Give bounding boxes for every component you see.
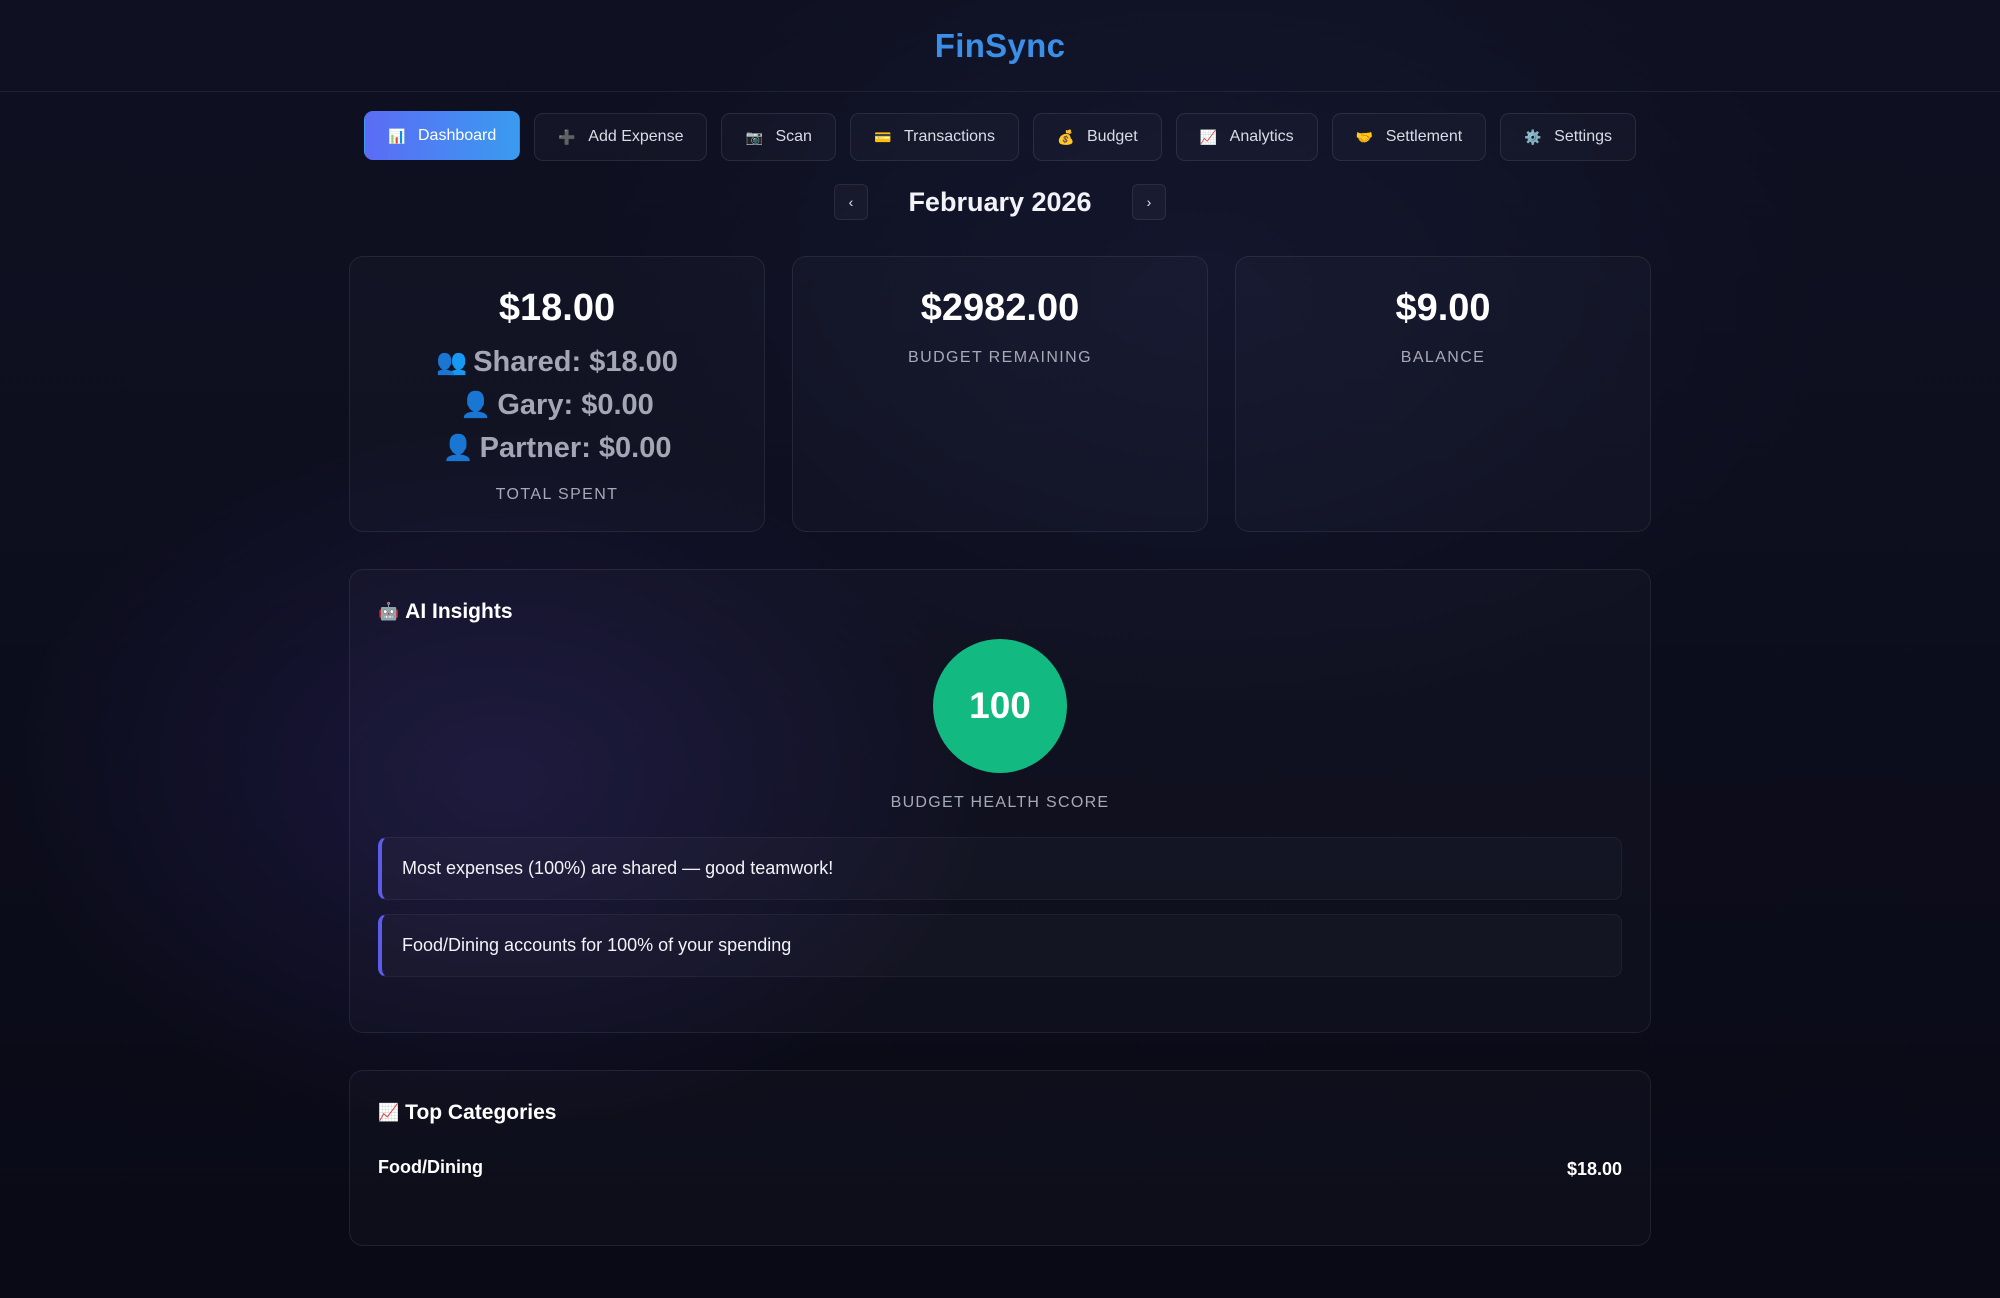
people-icon: 👥 — [436, 347, 468, 376]
budget-health-score: 100 — [933, 639, 1067, 773]
category-row: Food/Dining $18.00 — [378, 1155, 1622, 1180]
nav-label: Settings — [1554, 128, 1612, 145]
stats-row: $18.00 👥 Shared: $18.00 👤 Gary: $0.00 👤 … — [349, 256, 1651, 532]
dashboard-content: $18.00 👥 Shared: $18.00 👤 Gary: $0.00 👤 … — [349, 256, 1651, 1246]
money-bag-icon: 💰 — [1056, 129, 1075, 145]
budget-health-label: BUDGET HEALTH SCORE — [890, 794, 1110, 811]
nav-settings[interactable]: ⚙️ Settings — [1500, 113, 1636, 161]
person-icon: 👤 — [460, 390, 492, 419]
budget-health: 100 BUDGET HEALTH SCORE — [378, 639, 1622, 812]
app-header: FinSync — [0, 0, 2000, 92]
top-categories-title: 📈 Top Categories — [378, 1101, 1622, 1125]
ai-insights-panel: 🤖 AI Insights 100 BUDGET HEALTH SCORE Mo… — [349, 569, 1651, 1033]
shared-spent: 👥 Shared: $18.00 — [436, 341, 678, 384]
handshake-icon: 🤝 — [1355, 129, 1374, 145]
nav-label: Scan — [775, 128, 812, 145]
next-month-button[interactable]: › — [1132, 184, 1166, 220]
nav-label: Transactions — [903, 128, 995, 145]
total-spent-value: $18.00 — [498, 287, 616, 329]
balance-card: $9.00 BALANCE — [1235, 256, 1651, 532]
nav-label: Analytics — [1229, 128, 1294, 145]
credit-card-icon: 💳 — [873, 129, 892, 145]
insight-list: Most expenses (100%) are shared — good t… — [378, 837, 1622, 977]
top-categories-panel: 📈 Top Categories Food/Dining $18.00 — [349, 1070, 1651, 1246]
nav-dashboard[interactable]: 📊 Dashboard — [364, 111, 521, 160]
nav-analytics[interactable]: 📈 Analytics — [1175, 113, 1318, 161]
category-amount: $18.00 — [1566, 1159, 1622, 1179]
nav-add-expense[interactable]: ➕ Add Expense — [534, 113, 708, 161]
partner-spent-text: Partner: $0.00 — [479, 431, 672, 464]
chart-up-icon: 📈 — [378, 1103, 400, 1122]
shared-spent-text: Shared: $18.00 — [473, 345, 678, 378]
gary-spent: 👤 Gary: $0.00 — [460, 384, 654, 427]
total-spent-card: $18.00 👥 Shared: $18.00 👤 Gary: $0.00 👤 … — [349, 256, 765, 532]
nav-transactions[interactable]: 💳 Transactions — [849, 113, 1019, 161]
main-nav: 📊 Dashboard ➕ Add Expense 📷 Scan 💳 Trans… — [0, 111, 2000, 161]
gary-spent-text: Gary: $0.00 — [497, 388, 654, 421]
prev-month-button[interactable]: ‹ — [834, 184, 868, 220]
gear-icon: ⚙️ — [1524, 129, 1542, 145]
plus-icon: ➕ — [558, 129, 576, 145]
ai-insights-title-text: AI Insights — [405, 600, 513, 623]
nav-label: Budget — [1086, 128, 1138, 145]
category-name: Food/Dining — [378, 1157, 483, 1177]
top-categories-title-text: Top Categories — [405, 1101, 557, 1124]
current-month: February 2026 — [908, 186, 1092, 217]
budget-remaining-card: $2982.00 BUDGET REMAINING — [792, 256, 1208, 532]
budget-remaining-label: BUDGET REMAINING — [908, 348, 1092, 366]
nav-label: Settlement — [1385, 128, 1463, 145]
nav-settlement[interactable]: 🤝 Settlement — [1331, 113, 1487, 161]
partner-spent: 👤 Partner: $0.00 — [443, 427, 672, 470]
month-selector: ‹ February 2026 › — [0, 184, 2000, 220]
balance-value: $9.00 — [1395, 287, 1491, 329]
budget-remaining-value: $2982.00 — [920, 287, 1080, 329]
spending-breakdown: 👥 Shared: $18.00 👤 Gary: $0.00 👤 Partner… — [436, 341, 678, 470]
insight-item: Food/Dining accounts for 100% of your sp… — [378, 914, 1622, 977]
nav-scan[interactable]: 📷 Scan — [721, 113, 836, 161]
total-spent-label: TOTAL SPENT — [495, 485, 619, 503]
person-icon: 👤 — [442, 433, 474, 462]
nav-label: Dashboard — [418, 126, 497, 144]
nav-budget[interactable]: 💰 Budget — [1032, 113, 1162, 161]
chart-up-icon: 📈 — [1199, 129, 1218, 145]
insight-item: Most expenses (100%) are shared — good t… — [378, 837, 1622, 900]
balance-label: BALANCE — [1400, 348, 1486, 366]
bar-chart-icon: 📊 — [388, 127, 406, 144]
app-title: FinSync — [934, 26, 1066, 64]
camera-icon: 📷 — [745, 129, 763, 145]
robot-icon: 🤖 — [378, 602, 400, 621]
nav-label: Add Expense — [588, 128, 684, 145]
ai-insights-title: 🤖 AI Insights — [378, 600, 1622, 624]
